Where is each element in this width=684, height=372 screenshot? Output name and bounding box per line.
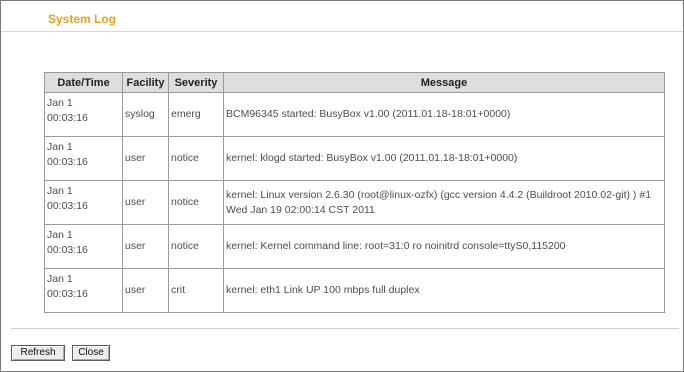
message-cell: kernel: klogd started: BusyBox v1.00 (20… bbox=[223, 136, 665, 181]
time-text: 00:03:16 bbox=[47, 200, 88, 212]
table-row: Jan 1 00:03:16 user notice kernel: klogd… bbox=[44, 136, 665, 181]
close-button[interactable]: Close bbox=[72, 345, 110, 361]
table-header-row: Date/Time Facility Severity Message bbox=[44, 72, 665, 93]
severity-cell: crit bbox=[168, 268, 224, 313]
column-header-severity: Severity bbox=[168, 72, 224, 93]
facility-cell: user bbox=[122, 268, 169, 313]
page-title: System Log bbox=[48, 12, 117, 26]
facility-cell: syslog bbox=[122, 92, 169, 137]
message-cell: kernel: Linux version 2.6.30 (root@linux… bbox=[223, 180, 665, 225]
date-text: Jan 1 bbox=[47, 273, 73, 285]
table-row: Jan 1 00:03:16 user crit kernel: eth1 Li… bbox=[44, 268, 665, 313]
column-header-message: Message bbox=[223, 72, 665, 93]
facility-cell: user bbox=[122, 180, 169, 225]
message-cell: BCM96345 started: BusyBox v1.00 (2011.01… bbox=[223, 92, 665, 137]
time-text: 00:03:16 bbox=[47, 288, 88, 300]
severity-cell: emerg bbox=[168, 92, 224, 137]
system-log-table: Date/Time Facility Severity Message Jan … bbox=[44, 72, 665, 313]
message-cell: kernel: Kernel command line: root=31:0 r… bbox=[223, 224, 665, 269]
time-text: 00:03:16 bbox=[47, 156, 88, 168]
time-text: 00:03:16 bbox=[47, 112, 88, 124]
datetime-cell: Jan 1 00:03:16 bbox=[44, 224, 123, 269]
time-text: 00:03:16 bbox=[47, 244, 88, 256]
title-bar: System Log bbox=[1, 1, 683, 32]
date-text: Jan 1 bbox=[47, 141, 73, 153]
date-text: Jan 1 bbox=[47, 185, 73, 197]
severity-cell: notice bbox=[168, 224, 224, 269]
datetime-cell: Jan 1 00:03:16 bbox=[44, 136, 123, 181]
datetime-cell: Jan 1 00:03:16 bbox=[44, 180, 123, 225]
message-cell: kernel: eth1 Link UP 100 mbps full duple… bbox=[223, 268, 665, 313]
table-row: Jan 1 00:03:16 user notice kernel: Kerne… bbox=[44, 224, 665, 269]
system-log-window: System Log Date/Time Facility Severity M… bbox=[0, 0, 684, 372]
table-row: Jan 1 00:03:16 user notice kernel: Linux… bbox=[44, 180, 665, 225]
column-header-datetime: Date/Time bbox=[44, 72, 123, 93]
date-text: Jan 1 bbox=[47, 229, 73, 241]
severity-cell: notice bbox=[168, 180, 224, 225]
datetime-cell: Jan 1 00:03:16 bbox=[44, 268, 123, 313]
facility-cell: user bbox=[122, 136, 169, 181]
facility-cell: user bbox=[122, 224, 169, 269]
date-text: Jan 1 bbox=[47, 97, 73, 109]
column-header-facility: Facility bbox=[122, 72, 169, 93]
severity-cell: notice bbox=[168, 136, 224, 181]
refresh-button[interactable]: Refresh bbox=[11, 345, 65, 361]
table-row: Jan 1 00:03:16 syslog emerg BCM96345 sta… bbox=[44, 92, 665, 137]
datetime-cell: Jan 1 00:03:16 bbox=[44, 92, 123, 137]
footer-divider bbox=[11, 328, 679, 329]
